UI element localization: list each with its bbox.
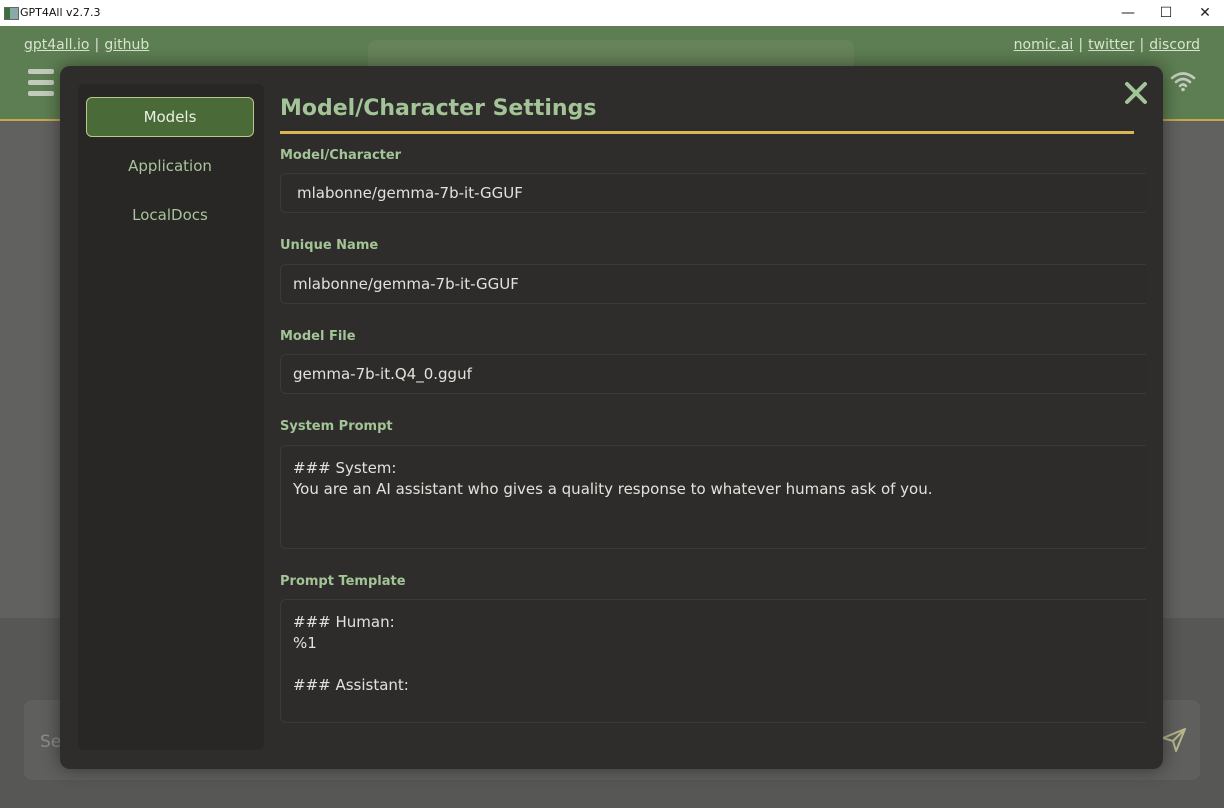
system-prompt-label: System Prompt [280, 419, 393, 434]
window-title: GPT4All v2.7.3 [20, 6, 101, 19]
sidebar-item-localdocs[interactable]: LocalDocs [86, 196, 254, 234]
settings-sidebar: Models Application LocalDocs [78, 84, 264, 750]
settings-content: Model/Character Settings Model/Character… [280, 66, 1146, 769]
link-separator: | [1078, 37, 1084, 53]
message-input-placeholder: Se [40, 732, 62, 752]
send-icon[interactable] [1160, 726, 1188, 754]
settings-dialog: Models Application LocalDocs Model/Chara… [60, 66, 1163, 769]
network-status-icon[interactable] [1170, 70, 1196, 92]
page-title: Model/Character Settings [280, 96, 597, 121]
model-file-field[interactable]: gemma-7b-it.Q4_0.gguf [280, 354, 1146, 394]
discord-link[interactable]: discord [1149, 37, 1200, 53]
system-prompt-textarea[interactable]: ### System: You are an AI assistant who … [280, 445, 1146, 549]
unique-name-label: Unique Name [280, 238, 379, 253]
unique-name-field[interactable]: mlabonne/gemma-7b-it-GGUF [280, 264, 1146, 304]
model-character-label: Model/Character [280, 148, 402, 163]
title-divider [280, 131, 1134, 134]
header-links-left: gpt4all.io | github [24, 34, 149, 53]
window-titlebar: GPT4All v2.7.3 — ☐ ✕ [0, 0, 1224, 26]
prompt-template-label: Prompt Template [280, 574, 406, 589]
link-separator: | [1139, 37, 1145, 53]
model-file-label: Model File [280, 329, 356, 344]
link-separator: | [94, 37, 100, 53]
github-link[interactable]: github [104, 37, 149, 53]
twitter-link[interactable]: twitter [1088, 37, 1134, 53]
header-links-right: nomic.ai | twitter | discord [1014, 34, 1200, 53]
sidebar-item-application[interactable]: Application [86, 147, 254, 185]
gpt4all-link[interactable]: gpt4all.io [24, 37, 89, 53]
hamburger-menu-icon[interactable] [28, 69, 54, 102]
close-window-button[interactable]: ✕ [1183, 2, 1224, 24]
model-character-select[interactable]: mlabonne/gemma-7b-it-GGUF [280, 173, 1146, 213]
sidebar-item-models[interactable]: Models [86, 97, 254, 137]
nomic-link[interactable]: nomic.ai [1014, 37, 1074, 53]
maximize-button[interactable]: ☐ [1144, 2, 1188, 24]
prompt-template-textarea[interactable]: ### Human: %1 ### Assistant: [280, 599, 1146, 723]
app-icon [4, 7, 19, 20]
